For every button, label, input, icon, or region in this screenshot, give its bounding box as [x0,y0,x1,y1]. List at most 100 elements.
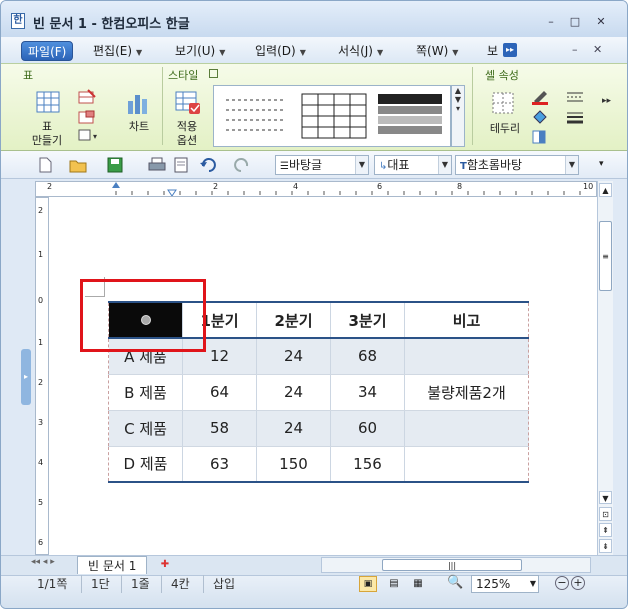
table-cell[interactable]: 34 [330,374,405,411]
scroll-thumb[interactable]: ≡ [599,221,612,291]
table-cell[interactable]: 63 [182,446,257,483]
new-tab-icon[interactable]: ✚ [157,557,173,573]
doc-close-button[interactable]: ✕ [593,43,602,56]
close-button[interactable]: ✕ [593,15,609,29]
table-header-cell[interactable]: 2분기 [256,301,331,339]
maximize-button[interactable]: □ [567,15,583,29]
ruler-v-label: 6 [38,538,44,547]
menu-file[interactable]: 파일(F) [21,41,74,61]
table-header-cell[interactable]: 3분기 [330,301,405,339]
tab-document-1[interactable]: 빈 문서 1 [77,556,148,574]
table-cell[interactable] [404,338,529,375]
table-style-gallery[interactable] [213,85,451,147]
new-document-icon[interactable] [37,157,53,173]
menu-more[interactable]: 보 [487,41,498,61]
menu-overflow-button[interactable]: ▸▸ [503,43,517,57]
style-dialog-launcher[interactable] [209,69,218,78]
page-up-icon[interactable]: ⊡ [599,507,612,521]
status-column[interactable]: 4칸 [171,576,190,592]
font-lang-combo[interactable]: ↳대표 ▼ [374,155,452,175]
table-select-icon[interactable]: ▾ [78,129,104,143]
print-icon[interactable] [148,157,166,173]
save-icon[interactable] [107,157,123,173]
menu-edit[interactable]: 편집(E) ▼ [93,41,142,61]
minimize-button[interactable]: – [543,15,559,29]
table-cell[interactable]: 60 [330,410,405,447]
border-button[interactable]: 테두리 [483,122,527,136]
redo-icon[interactable] [233,157,251,173]
scroll-up-button[interactable]: ▲ [599,183,612,197]
table-row: B 제품 64 24 34 불량제품2개 [108,374,529,411]
page-view-icon[interactable]: ▣ [359,576,377,592]
table-eraser-icon[interactable] [78,109,96,125]
table-cell[interactable]: D 제품 [108,446,183,483]
zoom-value: 125% [476,577,511,591]
ruler-ticks [112,182,581,197]
horizontal-ruler[interactable] [35,181,597,197]
table-header-cell[interactable]: 비고 [404,301,529,339]
horizontal-scrollbar[interactable]: ||| [321,557,591,573]
font-combo[interactable]: T함초롬바탕 ▼ [455,155,579,175]
h-scroll-thumb[interactable]: ||| [382,559,522,571]
chevron-down-icon[interactable]: ▼ [565,156,578,174]
style-combo[interactable]: ☰바탕글 ▼ [275,155,369,175]
table-cell[interactable]: 불량제품2개 [404,374,529,411]
vertical-scrollbar[interactable]: ▲ ≡ ▼ ⊡ ⇞ ⇟ [597,181,613,555]
table-pencil-icon[interactable] [78,89,96,105]
table-cell[interactable] [404,446,529,483]
print-preview-icon[interactable] [173,157,191,173]
zoom-out-button[interactable]: − [555,576,569,590]
status-insert-mode[interactable]: 삽입 [213,576,235,592]
vertical-ruler[interactable]: 2 1 0 1 2 3 4 5 6 [35,197,49,555]
chevron-down-icon[interactable]: ▼ [355,156,368,174]
scroll-down-button[interactable]: ▼ [599,491,612,504]
apply-options-button[interactable]: 적용 옵션 [167,120,207,148]
toolbar-options-icon[interactable]: ▾ [599,159,604,169]
table-cell[interactable]: 58 [182,410,257,447]
menu-format[interactable]: 서식(J) ▼ [338,41,383,61]
table-cell[interactable]: 64 [182,374,257,411]
menu-insert[interactable]: 입력(D) ▼ [255,41,306,61]
zoom-in-button[interactable]: + [571,576,585,590]
table-cell[interactable]: 24 [256,338,331,375]
line-color-icon[interactable] [531,89,553,105]
prev-page-icon[interactable]: ⇞ [599,523,612,537]
ruler-h-label-2: 4 [293,182,299,191]
menu-page[interactable]: 쪽(W) ▼ [416,41,458,61]
cell-layout-icon[interactable] [531,129,553,145]
ribbon-minimize-button[interactable]: – [572,43,578,56]
zoom-combo[interactable]: 125% ▼ [471,575,539,593]
ribbon-expand-icon[interactable]: ▸▸ [602,96,611,106]
menu-more-label: 보 [487,44,499,58]
fill-color-icon[interactable] [531,109,553,125]
status-page[interactable]: 1/1쪽 [37,576,67,592]
ruler-v-label: 3 [38,418,44,427]
gallery-scroll[interactable]: ▲ ▼ ▾ [451,85,465,147]
line-weight-icon[interactable] [565,109,589,125]
hwp-app-icon[interactable]: 한 [11,13,25,29]
next-page-icon[interactable]: ⇟ [599,539,612,553]
zoom-icon[interactable]: 🔍 [447,575,463,590]
side-pane-toggle[interactable]: ▸ [21,349,31,405]
make-table-button[interactable]: 표 만들기 [25,120,69,148]
chart-button[interactable]: 차트 [121,120,157,134]
draft-view-icon[interactable]: ▦ [409,576,427,592]
truetype-icon: T [460,161,467,172]
table-cell[interactable]: C 제품 [108,410,183,447]
line-style-icon[interactable] [565,89,589,105]
table-cell[interactable]: 68 [330,338,405,375]
menu-view[interactable]: 보기(U) ▼ [175,41,225,61]
table-cell[interactable]: 24 [256,410,331,447]
table-cell[interactable]: B 제품 [108,374,183,411]
chevron-down-icon[interactable]: ▼ [438,156,451,174]
tab-nav-arrows[interactable]: ◂◂ ◂ ▸ [31,557,55,567]
undo-icon[interactable] [199,157,217,173]
table-cell[interactable]: 24 [256,374,331,411]
status-line[interactable]: 1줄 [131,576,150,592]
table-cell[interactable]: 150 [256,446,331,483]
open-folder-icon[interactable] [69,157,87,173]
status-section[interactable]: 1단 [91,576,110,592]
table-cell[interactable] [404,410,529,447]
layout-view-icon[interactable]: ▤ [385,576,403,592]
table-cell[interactable]: 156 [330,446,405,483]
